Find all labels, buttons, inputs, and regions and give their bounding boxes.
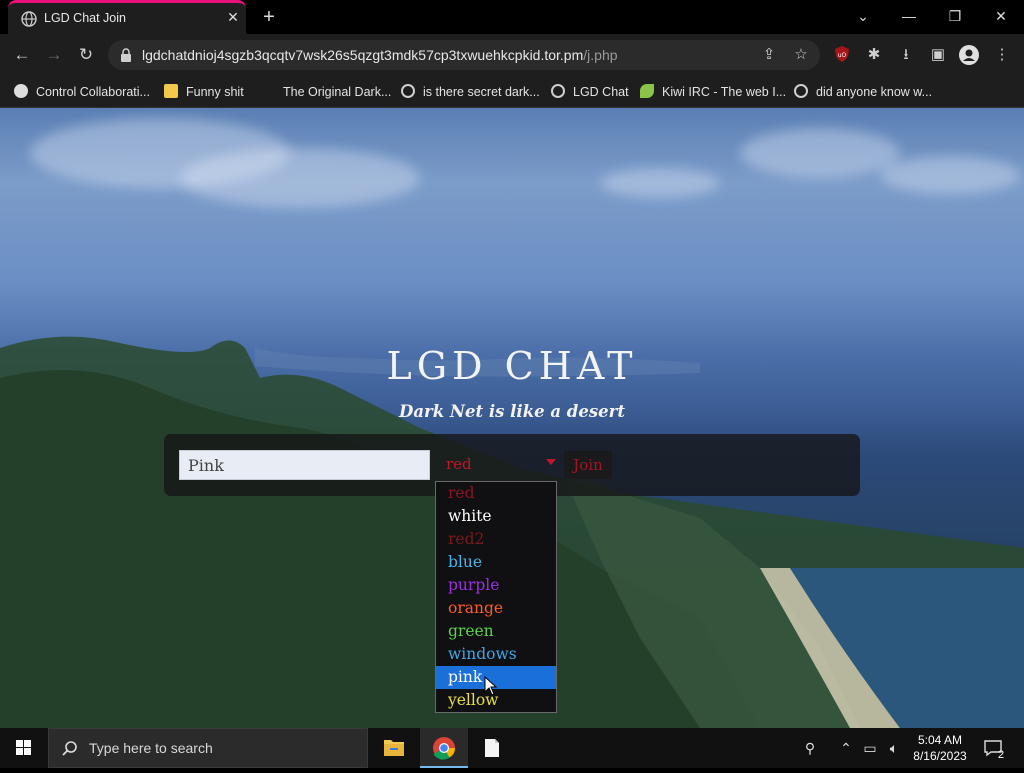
bookmark-label: Kiwi IRC - The web I... <box>662 85 787 99</box>
tab-title: LGD Chat Join <box>44 11 126 25</box>
address-bar[interactable]: lgdchatdnioj4sgzb3qcqtv7wsk26s5qzgt3mdk5… <box>108 40 820 70</box>
bookmark-item[interactable]: did anyone know w... <box>794 83 932 101</box>
github-icon <box>14 84 28 98</box>
bookmarks-bar: Control Collaborati... Funny shit The Or… <box>0 76 1024 108</box>
color-option-red2[interactable]: red2 <box>436 528 556 551</box>
document-icon <box>485 739 499 757</box>
people-icon[interactable]: ⚲ <box>800 738 820 758</box>
mouse-cursor-icon <box>484 676 498 696</box>
cloud-shape <box>600 168 720 198</box>
color-option-green[interactable]: green <box>436 620 556 643</box>
url-path: /j.php <box>583 47 618 63</box>
reload-icon[interactable]: ↻ <box>75 44 97 66</box>
file-explorer-button[interactable] <box>370 728 418 768</box>
kiwi-icon <box>640 84 654 98</box>
bookmark-label: LGD Chat <box>573 85 629 99</box>
url-host: lgdchatdnioj4sgzb3qcqtv7wsk26s5qzgt3mdk5… <box>142 47 584 63</box>
bookmark-label: Funny shit <box>186 85 244 99</box>
color-option-red[interactable]: red <box>436 482 556 505</box>
chrome-icon <box>433 737 455 760</box>
clock-date: 8/16/2023 <box>913 749 967 763</box>
svg-text:uO: uO <box>838 52 847 59</box>
color-select-value: red <box>446 455 472 473</box>
start-button[interactable] <box>0 728 48 768</box>
blank-icon <box>261 84 275 98</box>
folder-icon <box>164 84 178 98</box>
color-option-purple[interactable]: purple <box>436 574 556 597</box>
url-text[interactable]: lgdchatdnioj4sgzb3qcqtv7wsk26s5qzgt3mdk5… <box>142 47 618 63</box>
ublock-origin-icon[interactable]: uO <box>832 45 852 65</box>
restore-button[interactable]: ❐ <box>932 2 978 30</box>
new-tab-button[interactable]: + <box>258 6 280 28</box>
tab-search-chevron-icon[interactable]: ⌄ <box>840 2 886 30</box>
menu-kebab-icon[interactable]: ⋮ <box>992 45 1012 65</box>
tab-close-icon[interactable]: ✕ <box>225 9 241 25</box>
color-option-blue[interactable]: blue <box>436 551 556 574</box>
bookmark-label: is there secret dark... <box>423 85 540 99</box>
extensions-puzzle-icon[interactable]: ✱ <box>864 45 884 65</box>
clock-time: 5:04 AM <box>917 733 963 747</box>
bookmark-item[interactable]: Kiwi IRC - The web I... <box>640 83 786 101</box>
color-select[interactable]: red <box>436 452 560 478</box>
tab-lgd-chat-join[interactable]: LGD Chat Join ✕ <box>8 0 246 34</box>
cloud-shape <box>880 156 1020 194</box>
minimize-button[interactable]: — <box>886 2 932 30</box>
side-panel-icon[interactable]: ▣ <box>928 45 948 65</box>
network-icon[interactable]: ▭ <box>860 738 880 758</box>
search-icon <box>62 741 77 756</box>
tab-strip: LGD Chat Join ✕ + ⌄ — ❐ ✕ <box>0 0 1024 34</box>
page-subtitle: Dark Net is like a desert <box>399 402 625 421</box>
lock-icon[interactable] <box>120 48 132 62</box>
close-window-button[interactable]: ✕ <box>978 2 1024 30</box>
profile-avatar-icon[interactable] <box>959 45 979 65</box>
chevron-down-icon <box>546 459 556 465</box>
windows-logo-icon <box>16 740 31 755</box>
bookmark-label: did anyone know w... <box>816 85 933 99</box>
chrome-button[interactable] <box>420 728 468 768</box>
globe-icon <box>794 84 808 98</box>
bookmark-star-icon[interactable]: ☆ <box>792 46 810 64</box>
globe-icon <box>21 11 37 27</box>
bookmark-item[interactable]: The Original Dark... <box>261 83 391 101</box>
browser-toolbar: ← → ↻ lgdchatdnioj4sgzb3qcqtv7wsk26s5qzg… <box>0 34 1024 76</box>
chevron-up-icon[interactable]: ⌃ <box>836 738 856 758</box>
color-option-windows[interactable]: windows <box>436 643 556 666</box>
download-icon[interactable]: ⭳ <box>896 45 916 65</box>
notification-count-badge: 2 <box>997 749 1005 761</box>
folder-icon <box>384 740 404 756</box>
share-icon[interactable]: ⇪ <box>760 46 778 64</box>
cloud-shape <box>180 148 420 208</box>
bookmark-item[interactable]: Funny shit <box>164 83 244 101</box>
system-clock[interactable]: 5:04 AM 8/16/2023 <box>900 732 980 764</box>
globe-icon <box>401 84 415 98</box>
page-title: LGD CHAT <box>386 344 638 388</box>
bookmark-item[interactable]: Control Collaborati... <box>14 83 150 101</box>
bookmark-item[interactable]: LGD Chat <box>551 83 629 101</box>
notepad-button[interactable] <box>468 728 516 768</box>
bookmark-item[interactable]: is there secret dark... <box>401 83 540 101</box>
back-arrow-icon[interactable]: ← <box>11 44 33 66</box>
join-button[interactable]: Join <box>564 451 612 479</box>
color-option-orange[interactable]: orange <box>436 597 556 620</box>
windows-taskbar: Type here to search ⚲ ⌃ ▭ 🔈︎ 5:04 AM 8/1… <box>0 728 1024 768</box>
color-option-white[interactable]: white <box>436 505 556 528</box>
forward-arrow-icon[interactable]: → <box>43 44 65 66</box>
taskbar-search-box[interactable]: Type here to search <box>48 728 368 768</box>
bookmark-label: Control Collaborati... <box>36 85 150 99</box>
globe-icon <box>551 84 565 98</box>
bookmark-label: The Original Dark... <box>283 85 392 99</box>
search-placeholder: Type here to search <box>89 740 213 756</box>
page-background: LGD CHAT Dark Net is like a desert Pink … <box>0 108 1024 728</box>
cloud-shape <box>740 128 900 178</box>
nickname-input[interactable]: Pink <box>179 450 430 480</box>
